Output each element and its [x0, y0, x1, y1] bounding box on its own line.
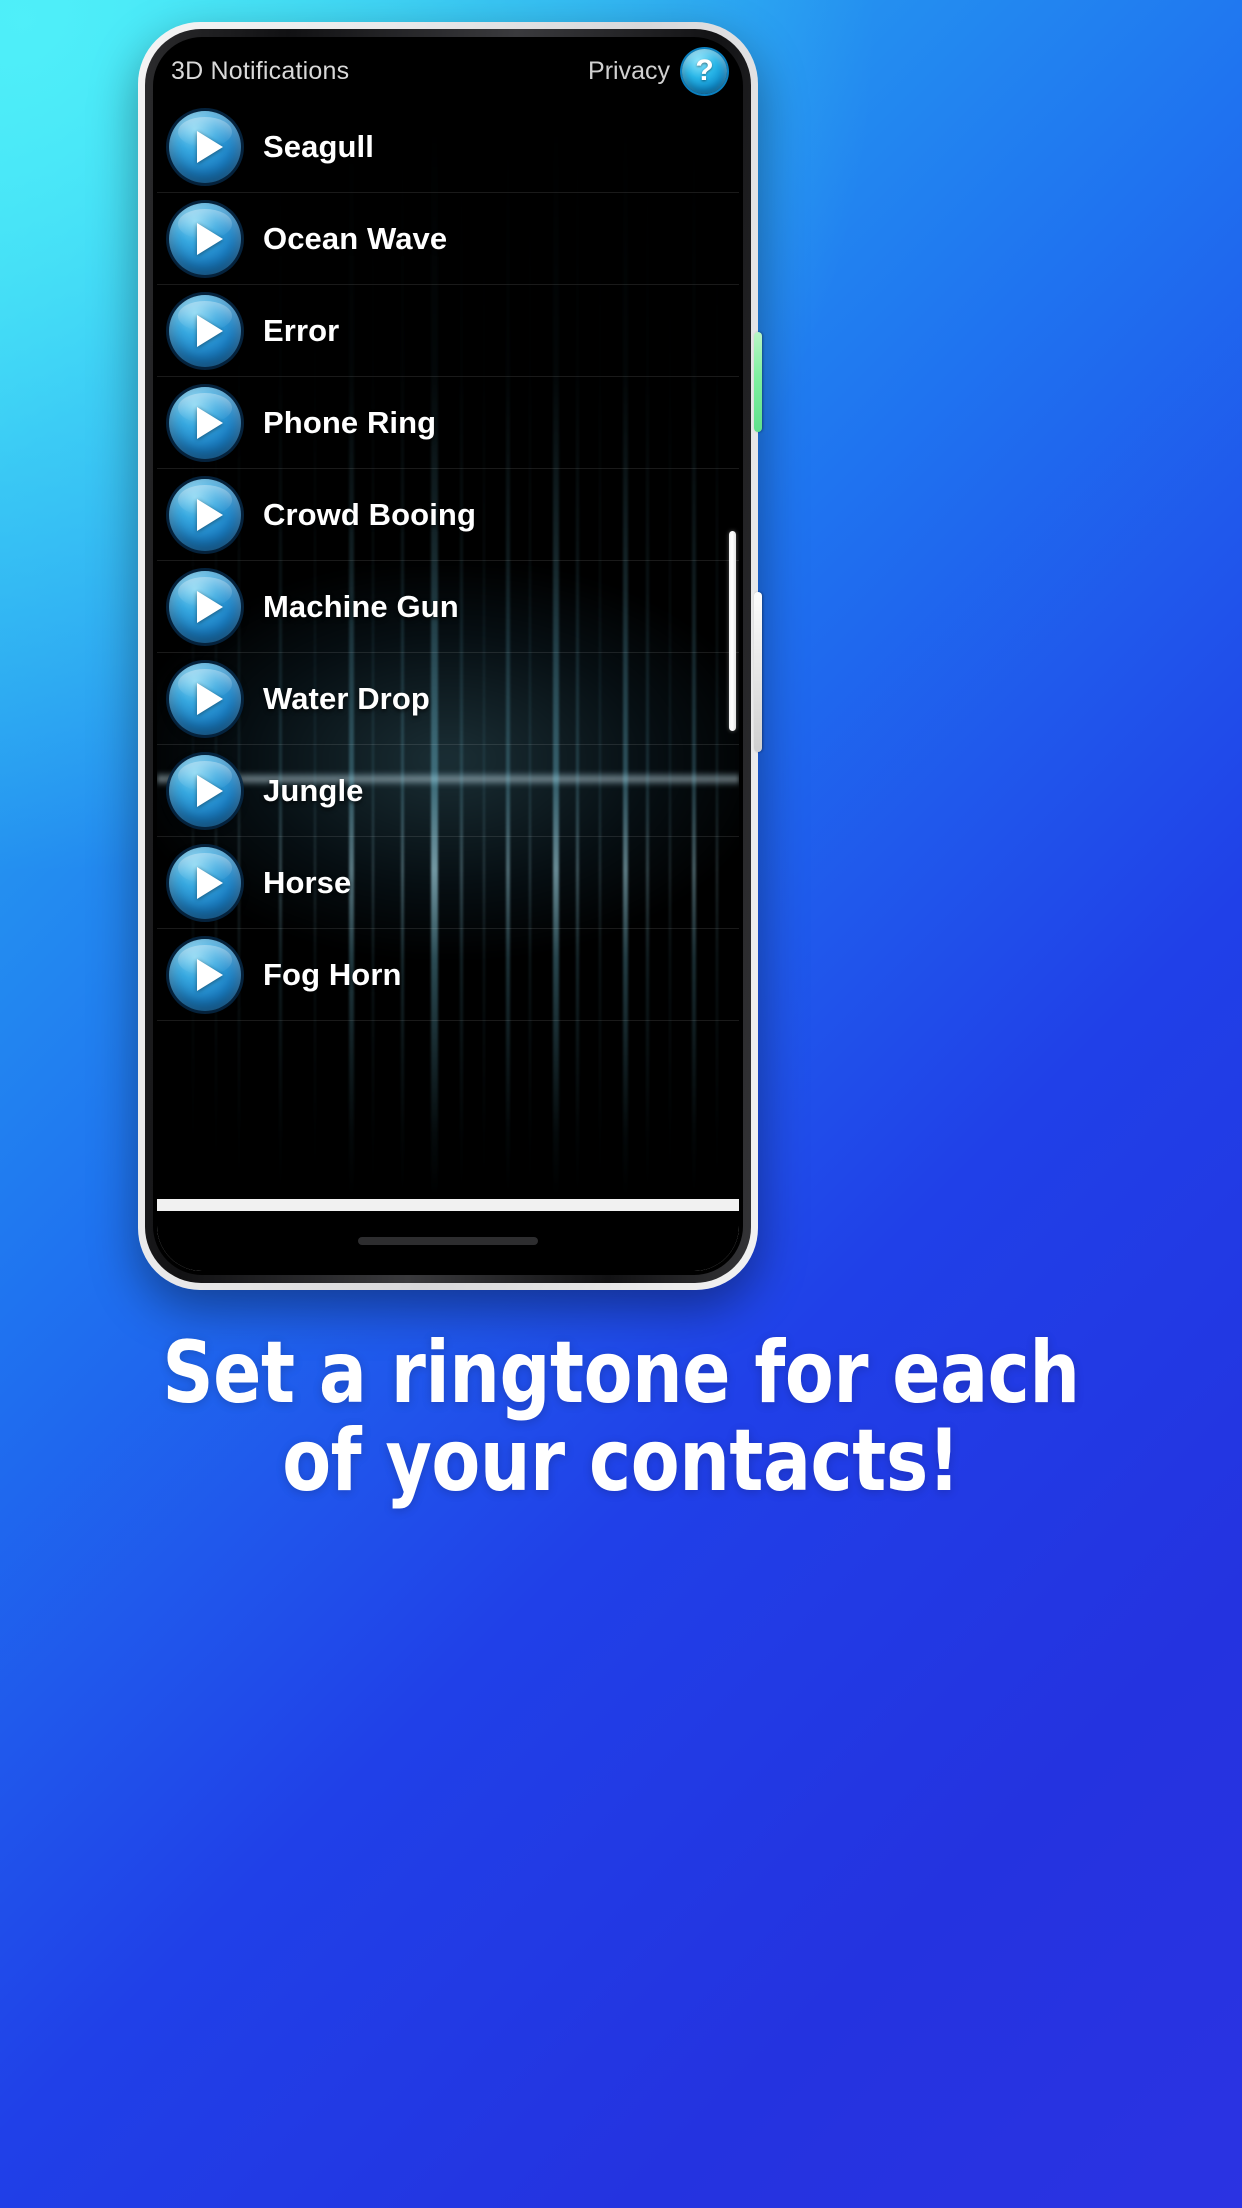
promo-tagline: Set a ringtone for each of your contacts… — [0, 1323, 1242, 1511]
play-icon[interactable] — [169, 938, 241, 1011]
sound-name-label: Crowd Booing — [263, 496, 476, 532]
play-icon[interactable] — [169, 202, 241, 275]
play-icon[interactable] — [169, 110, 241, 183]
list-item[interactable]: Seagull — [157, 101, 739, 193]
sound-name-label: Fog Horn — [263, 956, 402, 992]
phone-screen: 3D Notifications Privacy ? Seagull Ocean … — [157, 41, 739, 1271]
play-triangle-icon — [196, 866, 223, 899]
list-item[interactable]: Ocean Wave — [157, 193, 739, 285]
play-triangle-icon — [196, 314, 223, 347]
play-icon[interactable] — [169, 662, 241, 735]
play-triangle-icon — [196, 498, 223, 531]
list-item[interactable]: Crowd Booing — [157, 469, 739, 561]
play-triangle-icon — [196, 682, 223, 715]
sound-name-label: Water Drop — [263, 680, 430, 716]
play-icon[interactable] — [169, 754, 241, 827]
play-triangle-icon — [196, 590, 223, 623]
play-triangle-icon — [196, 774, 223, 807]
play-icon[interactable] — [169, 294, 241, 367]
play-icon[interactable] — [169, 570, 241, 643]
list-scrollbar[interactable] — [729, 531, 736, 731]
play-triangle-icon — [196, 406, 223, 439]
volume-button[interactable] — [754, 332, 762, 432]
tagline-line-1: Set a ringtone for each — [162, 1323, 1080, 1423]
list-item[interactable]: Water Drop — [157, 653, 739, 745]
play-triangle-icon — [196, 130, 223, 163]
sound-list: Seagull Ocean Wave Error Phone Ring Crowd Bo… — [157, 101, 739, 1021]
phone-bottom-strip — [157, 1211, 739, 1271]
home-indicator — [358, 1237, 538, 1245]
list-item[interactable]: Fog Horn — [157, 929, 739, 1021]
play-icon[interactable] — [169, 386, 241, 459]
phone-inner-bezel: 3D Notifications Privacy ? Seagull Ocean … — [153, 37, 743, 1275]
play-triangle-icon — [196, 222, 223, 255]
privacy-link[interactable]: Privacy — [588, 57, 670, 86]
list-item[interactable]: Machine Gun — [157, 561, 739, 653]
sound-name-label: Machine Gun — [263, 588, 459, 624]
phone-bezel: 3D Notifications Privacy ? Seagull Ocean … — [145, 29, 751, 1283]
sound-name-label: Jungle — [263, 772, 364, 808]
list-item[interactable]: Error — [157, 285, 739, 377]
phone-device-frame: 3D Notifications Privacy ? Seagull Ocean … — [138, 22, 762, 1290]
page-title: 3D Notifications — [171, 56, 350, 85]
play-icon[interactable] — [169, 478, 241, 551]
list-item[interactable]: Horse — [157, 837, 739, 929]
help-icon[interactable]: ? — [682, 48, 727, 94]
list-item[interactable]: Jungle — [157, 745, 739, 837]
tagline-line-2: of your contacts! — [282, 1410, 960, 1511]
sound-name-label: Error — [263, 312, 340, 348]
sound-name-label: Seagull — [263, 128, 374, 164]
play-triangle-icon — [196, 958, 223, 991]
power-button[interactable] — [754, 592, 762, 752]
app-header: 3D Notifications Privacy ? — [157, 41, 739, 101]
play-icon[interactable] — [169, 846, 241, 919]
sound-name-label: Horse — [263, 864, 352, 900]
sound-name-label: Phone Ring — [263, 404, 437, 440]
list-item[interactable]: Phone Ring — [157, 377, 739, 469]
sound-list-container[interactable]: Seagull Ocean Wave Error Phone Ring Crowd Bo… — [157, 101, 739, 1199]
header-actions: Privacy ? — [588, 48, 727, 94]
sound-name-label: Ocean Wave — [263, 220, 448, 256]
